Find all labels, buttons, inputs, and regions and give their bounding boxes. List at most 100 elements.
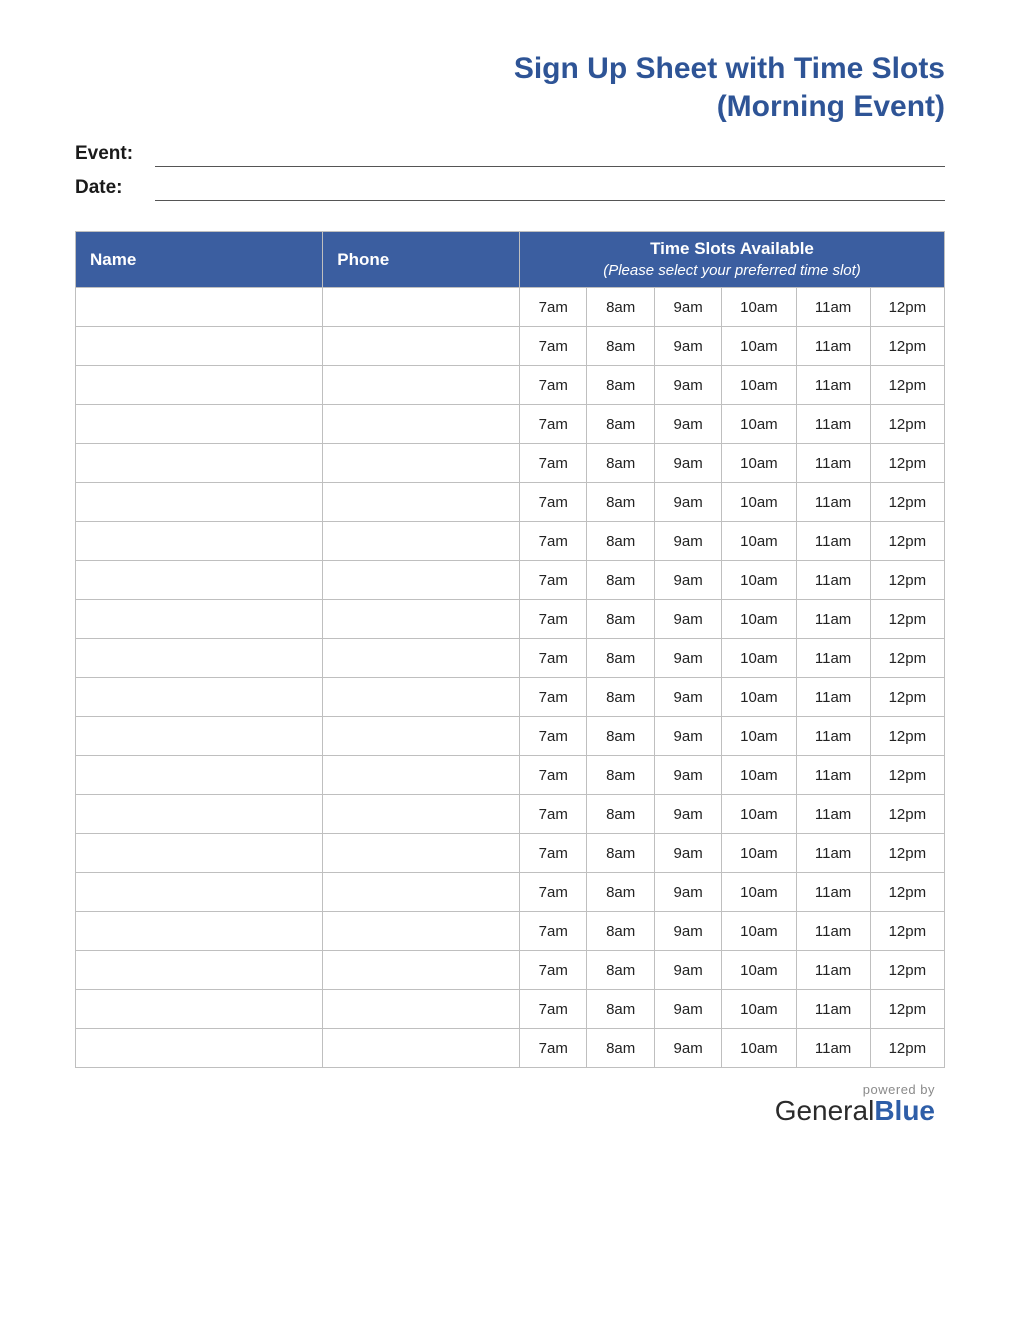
name-cell[interactable] bbox=[76, 756, 323, 795]
time-slot-cell[interactable]: 12pm bbox=[870, 600, 944, 639]
time-slot-cell[interactable]: 10am bbox=[722, 444, 796, 483]
phone-cell[interactable] bbox=[323, 795, 520, 834]
time-slot-cell[interactable]: 12pm bbox=[870, 834, 944, 873]
time-slot-cell[interactable]: 11am bbox=[796, 756, 870, 795]
time-slot-cell[interactable]: 10am bbox=[722, 483, 796, 522]
time-slot-cell[interactable]: 8am bbox=[587, 483, 654, 522]
name-cell[interactable] bbox=[76, 990, 323, 1029]
time-slot-cell[interactable]: 10am bbox=[722, 288, 796, 327]
time-slot-cell[interactable]: 9am bbox=[654, 600, 721, 639]
time-slot-cell[interactable]: 8am bbox=[587, 600, 654, 639]
time-slot-cell[interactable]: 8am bbox=[587, 288, 654, 327]
time-slot-cell[interactable]: 11am bbox=[796, 990, 870, 1029]
phone-cell[interactable] bbox=[323, 405, 520, 444]
time-slot-cell[interactable]: 7am bbox=[520, 444, 587, 483]
time-slot-cell[interactable]: 8am bbox=[587, 366, 654, 405]
time-slot-cell[interactable]: 11am bbox=[796, 795, 870, 834]
name-cell[interactable] bbox=[76, 483, 323, 522]
name-cell[interactable] bbox=[76, 912, 323, 951]
time-slot-cell[interactable]: 10am bbox=[722, 327, 796, 366]
time-slot-cell[interactable]: 9am bbox=[654, 639, 721, 678]
phone-cell[interactable] bbox=[323, 912, 520, 951]
time-slot-cell[interactable]: 7am bbox=[520, 795, 587, 834]
name-cell[interactable] bbox=[76, 327, 323, 366]
name-cell[interactable] bbox=[76, 366, 323, 405]
phone-cell[interactable] bbox=[323, 990, 520, 1029]
time-slot-cell[interactable]: 10am bbox=[722, 756, 796, 795]
time-slot-cell[interactable]: 10am bbox=[722, 834, 796, 873]
time-slot-cell[interactable]: 11am bbox=[796, 522, 870, 561]
time-slot-cell[interactable]: 11am bbox=[796, 444, 870, 483]
time-slot-cell[interactable]: 8am bbox=[587, 873, 654, 912]
name-cell[interactable] bbox=[76, 522, 323, 561]
phone-cell[interactable] bbox=[323, 951, 520, 990]
phone-cell[interactable] bbox=[323, 639, 520, 678]
time-slot-cell[interactable]: 10am bbox=[722, 912, 796, 951]
time-slot-cell[interactable]: 8am bbox=[587, 756, 654, 795]
time-slot-cell[interactable]: 9am bbox=[654, 483, 721, 522]
time-slot-cell[interactable]: 7am bbox=[520, 1029, 587, 1068]
time-slot-cell[interactable]: 11am bbox=[796, 912, 870, 951]
time-slot-cell[interactable]: 8am bbox=[587, 678, 654, 717]
time-slot-cell[interactable]: 11am bbox=[796, 639, 870, 678]
time-slot-cell[interactable]: 9am bbox=[654, 405, 721, 444]
time-slot-cell[interactable]: 7am bbox=[520, 522, 587, 561]
time-slot-cell[interactable]: 12pm bbox=[870, 1029, 944, 1068]
time-slot-cell[interactable]: 7am bbox=[520, 327, 587, 366]
phone-cell[interactable] bbox=[323, 678, 520, 717]
time-slot-cell[interactable]: 10am bbox=[722, 600, 796, 639]
time-slot-cell[interactable]: 7am bbox=[520, 951, 587, 990]
time-slot-cell[interactable]: 12pm bbox=[870, 327, 944, 366]
phone-cell[interactable] bbox=[323, 600, 520, 639]
name-cell[interactable] bbox=[76, 1029, 323, 1068]
time-slot-cell[interactable]: 10am bbox=[722, 990, 796, 1029]
time-slot-cell[interactable]: 7am bbox=[520, 405, 587, 444]
time-slot-cell[interactable]: 12pm bbox=[870, 444, 944, 483]
time-slot-cell[interactable]: 8am bbox=[587, 834, 654, 873]
phone-cell[interactable] bbox=[323, 834, 520, 873]
time-slot-cell[interactable]: 11am bbox=[796, 327, 870, 366]
name-cell[interactable] bbox=[76, 834, 323, 873]
time-slot-cell[interactable]: 10am bbox=[722, 951, 796, 990]
phone-cell[interactable] bbox=[323, 288, 520, 327]
name-cell[interactable] bbox=[76, 561, 323, 600]
time-slot-cell[interactable]: 12pm bbox=[870, 366, 944, 405]
time-slot-cell[interactable]: 11am bbox=[796, 678, 870, 717]
time-slot-cell[interactable]: 11am bbox=[796, 288, 870, 327]
time-slot-cell[interactable]: 11am bbox=[796, 366, 870, 405]
time-slot-cell[interactable]: 11am bbox=[796, 405, 870, 444]
time-slot-cell[interactable]: 8am bbox=[587, 444, 654, 483]
time-slot-cell[interactable]: 12pm bbox=[870, 522, 944, 561]
time-slot-cell[interactable]: 10am bbox=[722, 405, 796, 444]
name-cell[interactable] bbox=[76, 639, 323, 678]
date-input-line[interactable] bbox=[155, 177, 945, 201]
time-slot-cell[interactable]: 11am bbox=[796, 1029, 870, 1068]
phone-cell[interactable] bbox=[323, 366, 520, 405]
time-slot-cell[interactable]: 7am bbox=[520, 483, 587, 522]
phone-cell[interactable] bbox=[323, 561, 520, 600]
time-slot-cell[interactable]: 10am bbox=[722, 873, 796, 912]
time-slot-cell[interactable]: 12pm bbox=[870, 639, 944, 678]
phone-cell[interactable] bbox=[323, 444, 520, 483]
phone-cell[interactable] bbox=[323, 327, 520, 366]
time-slot-cell[interactable]: 7am bbox=[520, 912, 587, 951]
time-slot-cell[interactable]: 9am bbox=[654, 288, 721, 327]
time-slot-cell[interactable]: 10am bbox=[722, 717, 796, 756]
name-cell[interactable] bbox=[76, 795, 323, 834]
time-slot-cell[interactable]: 8am bbox=[587, 327, 654, 366]
time-slot-cell[interactable]: 12pm bbox=[870, 561, 944, 600]
time-slot-cell[interactable]: 9am bbox=[654, 990, 721, 1029]
time-slot-cell[interactable]: 9am bbox=[654, 366, 721, 405]
phone-cell[interactable] bbox=[323, 522, 520, 561]
time-slot-cell[interactable]: 7am bbox=[520, 288, 587, 327]
name-cell[interactable] bbox=[76, 288, 323, 327]
time-slot-cell[interactable]: 12pm bbox=[870, 951, 944, 990]
time-slot-cell[interactable]: 11am bbox=[796, 951, 870, 990]
time-slot-cell[interactable]: 11am bbox=[796, 834, 870, 873]
time-slot-cell[interactable]: 11am bbox=[796, 561, 870, 600]
name-cell[interactable] bbox=[76, 717, 323, 756]
time-slot-cell[interactable]: 10am bbox=[722, 366, 796, 405]
time-slot-cell[interactable]: 11am bbox=[796, 483, 870, 522]
name-cell[interactable] bbox=[76, 444, 323, 483]
time-slot-cell[interactable]: 8am bbox=[587, 405, 654, 444]
